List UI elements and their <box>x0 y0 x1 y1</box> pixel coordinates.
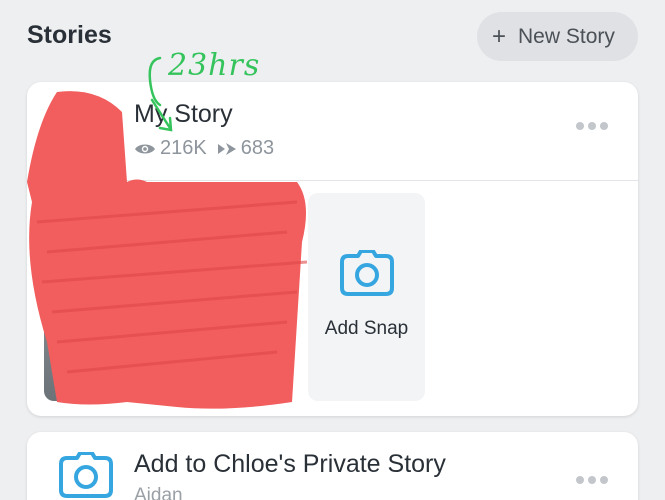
more-icon <box>576 122 584 130</box>
stories-screen: Stories + New Story My Story 216K 683 21… <box>0 0 665 500</box>
page-title: Stories <box>27 21 112 49</box>
camera-icon <box>59 452 113 498</box>
story-thumbnail[interactable] <box>176 193 291 401</box>
story-thumbnail[interactable]: 216K <box>44 193 159 401</box>
more-options-button[interactable] <box>576 476 608 484</box>
plus-icon: + <box>492 22 507 50</box>
divider <box>27 180 638 181</box>
add-snap-button[interactable]: Add Snap <box>308 193 425 401</box>
thumbnail-views-count: 216K <box>94 367 135 386</box>
private-story-subtitle: Aidan <box>134 485 183 500</box>
annotation-text: 23hrs <box>168 48 261 83</box>
eye-icon <box>65 372 87 382</box>
screenshot-icon <box>217 142 236 155</box>
new-story-label: New Story <box>518 24 615 48</box>
more-icon <box>576 476 584 484</box>
camera-icon <box>340 250 394 296</box>
private-story-title: Add to Chloe's Private Story <box>134 450 446 478</box>
more-options-button[interactable] <box>576 122 608 130</box>
views-count: 216K <box>160 137 207 159</box>
new-story-button[interactable]: + New Story <box>477 12 638 61</box>
my-story-card[interactable]: My Story 216K 683 216K Add Snap <box>27 82 638 416</box>
thumbnail-views: 216K <box>64 367 135 387</box>
private-story-card[interactable]: Add to Chloe's Private Story Aidan <box>27 432 638 500</box>
screenshots-count: 683 <box>240 137 275 159</box>
my-story-title: My Story <box>134 100 233 128</box>
add-snap-label: Add Snap <box>324 318 409 339</box>
eye-icon <box>135 144 155 153</box>
story-stats: 216K 683 <box>134 137 274 160</box>
